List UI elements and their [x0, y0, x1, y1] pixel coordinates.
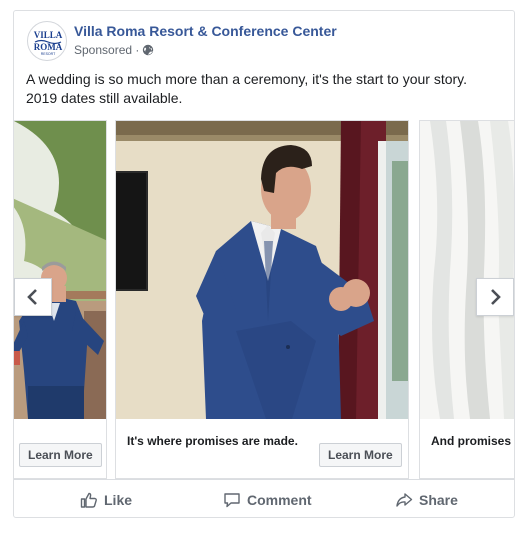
learn-more-button[interactable]: Learn More: [319, 443, 402, 467]
post-actions-bar: Like Comment Share: [14, 479, 514, 517]
card-footer: It's where promises are made. Learn More: [116, 419, 408, 478]
comment-label: Comment: [247, 492, 312, 508]
page-name-link[interactable]: Villa Roma Resort & Conference Center: [74, 23, 337, 39]
carousel-card[interactable]: It's where promises are made. Learn More: [115, 120, 409, 479]
svg-text:RESORT: RESORT: [41, 52, 56, 56]
villa-roma-logo: VILLA ROMA RESORT: [34, 30, 63, 56]
svg-text:ROMA: ROMA: [34, 42, 63, 52]
like-label: Like: [104, 492, 133, 508]
thumbs-up-icon: [80, 492, 97, 508]
caption-line: 2019 dates still available.: [26, 90, 183, 106]
card-headline: And promises: [431, 434, 512, 448]
chevron-left-icon: [27, 289, 37, 305]
like-button[interactable]: Like: [80, 480, 133, 517]
sponsored-row: Sponsored ·: [74, 43, 154, 57]
carousel: Learn More It's where promises are made.…: [14, 120, 514, 479]
comment-button[interactable]: Comment: [223, 480, 312, 517]
page-avatar[interactable]: VILLA ROMA RESORT: [27, 21, 67, 61]
share-arrow-icon: [396, 493, 413, 507]
chevron-right-icon: [491, 289, 501, 305]
card-image-groom-window[interactable]: [116, 121, 408, 419]
post-caption: A wedding is so much more than a ceremon…: [26, 70, 506, 108]
share-label: Share: [419, 492, 458, 508]
globe-icon[interactable]: [142, 44, 154, 56]
sponsored-label: Sponsored ·: [74, 43, 140, 57]
carousel-next-button[interactable]: [476, 278, 514, 316]
card-footer: Learn More: [14, 419, 106, 478]
share-button[interactable]: Share: [395, 480, 458, 517]
card-image-groom-outdoors[interactable]: [14, 121, 106, 419]
learn-more-button[interactable]: Learn More: [19, 443, 102, 467]
caption-line: A wedding is so much more than a ceremon…: [26, 71, 468, 87]
card-image-curtain[interactable]: [420, 121, 514, 419]
comment-icon: [224, 493, 240, 508]
card-headline: It's where promises are made.: [127, 434, 298, 448]
card-footer: And promises: [420, 419, 514, 478]
sponsored-post: VILLA ROMA RESORT Villa Roma Resort & Co…: [13, 10, 515, 518]
svg-text:VILLA: VILLA: [34, 30, 63, 40]
carousel-prev-button[interactable]: [14, 278, 52, 316]
post-header: VILLA ROMA RESORT Villa Roma Resort & Co…: [14, 11, 514, 71]
